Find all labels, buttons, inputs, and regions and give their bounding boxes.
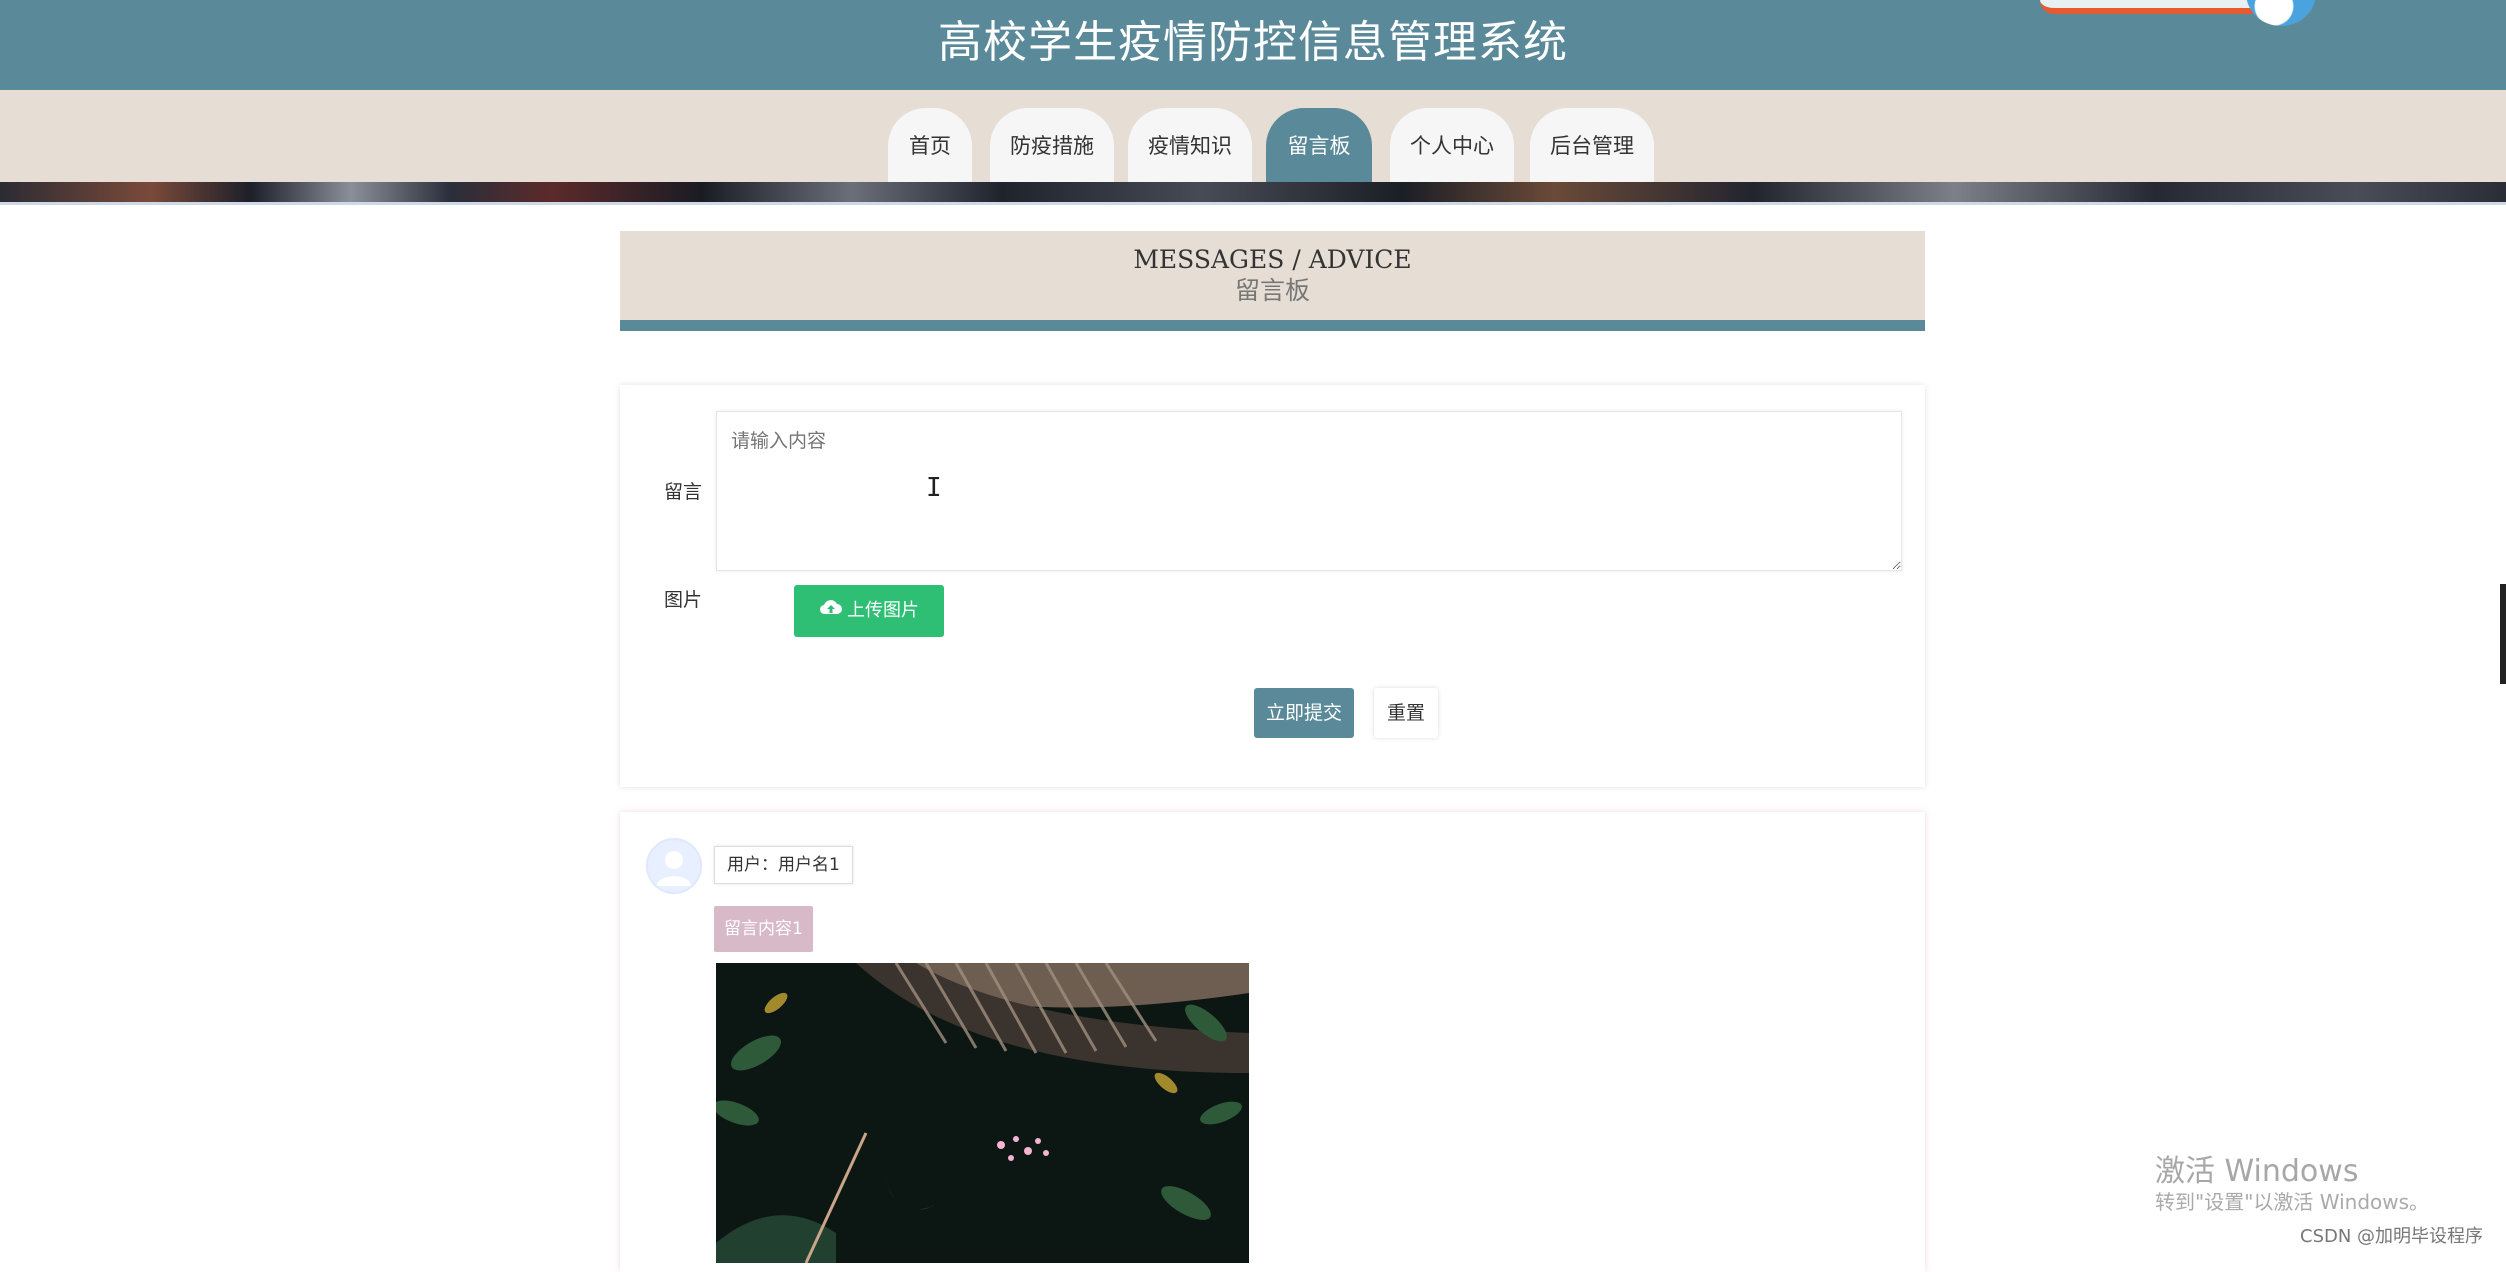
nav-tab-epidemic-knowledge[interactable]: 疫情知识: [1128, 108, 1252, 182]
section-heading: MESSAGES / ADVICE 留言板: [620, 231, 1925, 331]
windows-activate-title: 激活 Windows: [2155, 1154, 2359, 1189]
submit-button[interactable]: 立即提交: [1254, 688, 1354, 738]
user-avatar-icon: [646, 838, 702, 894]
message-item: 用户：用户名1 留言内容1: [620, 812, 1925, 1272]
cloud-upload-icon: [819, 585, 843, 637]
main-nav: 首页 防疫措施 疫情知识 留言板 个人中心 后台管理: [0, 90, 2506, 182]
upload-image-button[interactable]: 上传图片: [794, 585, 944, 637]
text-cursor-icon: I: [926, 473, 942, 503]
message-form: 留言 I 图片 上传图片 立即提交 重置: [620, 385, 1925, 787]
message-textarea[interactable]: [716, 411, 1902, 571]
windows-activate-subtitle: 转到"设置"以激活 Windows。: [2155, 1190, 2430, 1214]
section-title-en: MESSAGES / ADVICE: [1133, 245, 1412, 274]
nav-tab-message-board[interactable]: 留言板: [1266, 108, 1372, 182]
login-pill[interactable]: [2040, 0, 2270, 14]
nav-tab-admin[interactable]: 后台管理: [1530, 108, 1654, 182]
reset-button[interactable]: 重置: [1374, 688, 1438, 738]
upload-button-label: 上传图片: [847, 600, 919, 621]
scroll-indicator[interactable]: [2500, 584, 2506, 684]
section-title-zh: 留言板: [1234, 276, 1310, 305]
banner-divider: [0, 202, 2506, 205]
message-image: [716, 963, 1249, 1263]
message-user: 用户：用户名1: [714, 846, 853, 884]
nav-tab-home[interactable]: 首页: [888, 108, 972, 182]
banner-image-strip: [0, 182, 2506, 204]
nav-tab-prevention-measures[interactable]: 防疫措施: [990, 108, 1114, 182]
message-content: 留言内容1: [714, 906, 813, 952]
image-label: 图片: [664, 589, 703, 611]
login-ball-icon[interactable]: [2246, 0, 2316, 26]
site-header: 高校学生疫情防控信息管理系统: [0, 0, 2506, 90]
login-widget[interactable]: [2040, 0, 2330, 26]
message-label: 留言: [664, 481, 703, 503]
nav-tab-personal-center[interactable]: 个人中心: [1390, 108, 1514, 182]
csdn-watermark: CSDN @加明毕设程序: [2300, 1226, 2484, 1247]
